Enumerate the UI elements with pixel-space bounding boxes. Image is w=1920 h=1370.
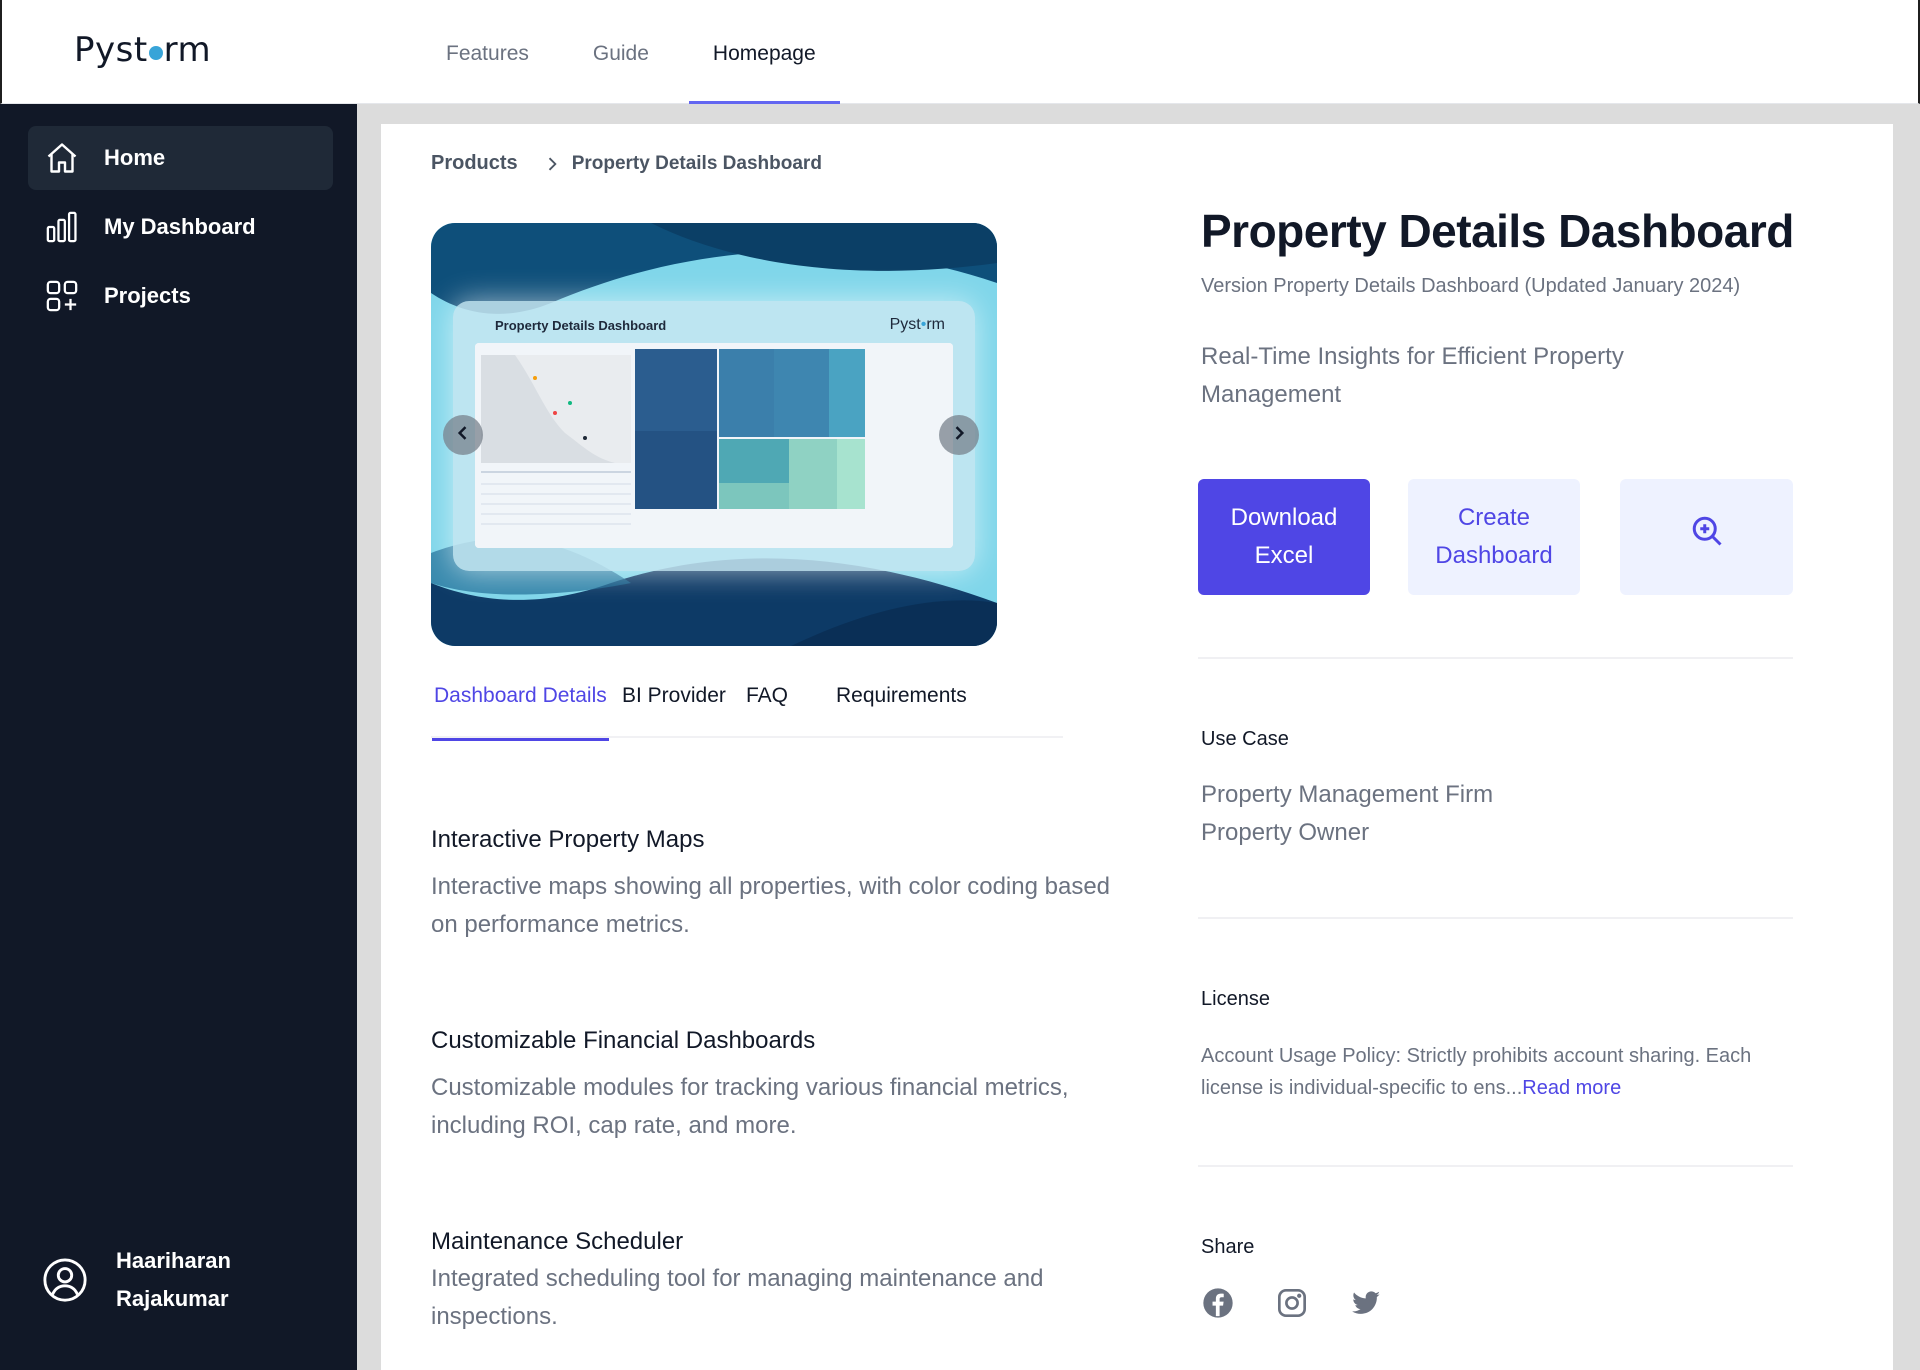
feature-description: Integrated scheduling tool for managing … bbox=[431, 1265, 1044, 1330]
tab-bi-provider[interactable]: BI Provider bbox=[622, 684, 726, 738]
main-panel: Products Property Details Dashboard Prop… bbox=[381, 124, 1893, 1370]
user-last-name: Rajakumar bbox=[116, 1286, 229, 1311]
feature-item: Interactive Property Maps Interactive ma… bbox=[431, 826, 1111, 944]
use-case-item: Property Management Firm bbox=[1201, 781, 1494, 808]
breadcrumb-products[interactable]: Products bbox=[431, 152, 518, 175]
preview-content bbox=[475, 343, 953, 548]
feature-description: Interactive maps showing all properties,… bbox=[431, 873, 1111, 938]
create-dashboard-button[interactable]: Create Dashboard bbox=[1408, 479, 1580, 595]
use-case-label: Use Case bbox=[1201, 728, 1289, 750]
zoom-preview-button[interactable] bbox=[1620, 479, 1793, 595]
divider bbox=[1198, 917, 1793, 919]
download-excel-label: Download Excel bbox=[1230, 504, 1338, 569]
sidebar-item-label: Projects bbox=[104, 283, 191, 308]
details-tabs: Dashboard Details BI Provider FAQ Requir… bbox=[431, 684, 1063, 741]
user-name: Haariharan Rajakumar bbox=[116, 1242, 256, 1318]
top-nav: Features Guide Homepage bbox=[422, 0, 856, 104]
divider bbox=[1198, 657, 1793, 659]
feature-heading: Interactive Property Maps bbox=[431, 826, 705, 853]
chevron-left-icon bbox=[453, 423, 473, 448]
instagram-icon[interactable] bbox=[1275, 1286, 1309, 1320]
sidebar-item-label: My Dashboard bbox=[104, 214, 256, 239]
create-dashboard-label: Create Dashboard bbox=[1435, 504, 1553, 569]
tab-dashboard-details[interactable]: Dashboard Details bbox=[432, 684, 609, 741]
user-first-name: Haariharan bbox=[116, 1248, 231, 1273]
product-title: Property Details Dashboard bbox=[1201, 205, 1794, 257]
twitter-icon[interactable] bbox=[1349, 1286, 1383, 1320]
divider bbox=[1198, 1165, 1793, 1167]
share-label: Share bbox=[1201, 1236, 1255, 1258]
carousel-next-button[interactable] bbox=[939, 415, 979, 455]
nav-guide[interactable]: Guide bbox=[569, 0, 673, 104]
feature-item: Maintenance Scheduler Integrated schedul… bbox=[431, 1228, 1111, 1336]
sidebar-item-label: Home bbox=[104, 145, 166, 170]
feature-heading: Customizable Financial Dashboards bbox=[431, 1027, 816, 1054]
sidebar-item-home[interactable]: Home bbox=[28, 126, 333, 190]
product-image-carousel: Property Details Dashboard Pyst•rm bbox=[431, 223, 997, 646]
chevron-right-icon bbox=[542, 154, 562, 174]
read-more-link[interactable]: Read more bbox=[1522, 1077, 1621, 1099]
license-text: Account Usage Policy: Strictly prohibits… bbox=[1201, 1040, 1761, 1104]
product-version: Version Property Details Dashboard (Upda… bbox=[1201, 275, 1741, 297]
user-profile[interactable]: Haariharan Rajakumar bbox=[42, 1242, 256, 1318]
breadcrumb: Products Property Details Dashboard bbox=[431, 152, 822, 175]
nav-features[interactable]: Features bbox=[422, 0, 553, 104]
sidebar-item-my-dashboard[interactable]: My Dashboard bbox=[28, 195, 333, 259]
home-icon bbox=[42, 138, 82, 178]
user-circle-icon bbox=[42, 1257, 88, 1303]
sidebar-item-projects[interactable]: Projects bbox=[28, 264, 333, 328]
breadcrumb-current: Property Details Dashboard bbox=[571, 152, 822, 174]
license-label: License bbox=[1201, 988, 1270, 1010]
share-links bbox=[1201, 1286, 1423, 1320]
product-tagline: Real-Time Insights for Efficient Propert… bbox=[1201, 343, 1624, 408]
top-navbar: Pyst rm Features Guide Homepage bbox=[0, 0, 1920, 104]
use-case-item: Property Owner bbox=[1201, 819, 1370, 846]
preview-logo: Pyst•rm bbox=[889, 316, 945, 333]
preview-chart-thumbnail bbox=[475, 343, 953, 548]
tab-faq[interactable]: FAQ bbox=[746, 684, 788, 738]
use-case-list: Property Management Firm Property Owner bbox=[1201, 776, 1493, 852]
dashboard-preview: Property Details Dashboard Pyst•rm bbox=[453, 301, 975, 571]
sidebar: Home My Dashboard Projects Haariharan Ra… bbox=[0, 104, 357, 1370]
download-excel-button[interactable]: Download Excel bbox=[1198, 479, 1370, 595]
tab-requirements[interactable]: Requirements bbox=[836, 684, 967, 738]
license-policy-text: Account Usage Policy: Strictly prohibits… bbox=[1201, 1045, 1752, 1099]
carousel-prev-button[interactable] bbox=[443, 415, 483, 455]
facebook-icon[interactable] bbox=[1201, 1286, 1235, 1320]
feature-item: Customizable Financial Dashboards Custom… bbox=[431, 1027, 1111, 1145]
chevron-right-icon bbox=[949, 423, 969, 448]
pystorm-logo[interactable]: Pyst rm bbox=[74, 30, 211, 70]
nav-homepage[interactable]: Homepage bbox=[688, 0, 840, 104]
bar-chart-icon bbox=[42, 207, 82, 247]
feature-heading: Maintenance Scheduler bbox=[431, 1228, 684, 1255]
grid-plus-icon bbox=[42, 276, 82, 316]
feature-description: Customizable modules for tracking variou… bbox=[431, 1074, 1069, 1139]
zoom-in-icon bbox=[1689, 513, 1725, 561]
preview-title: Property Details Dashboard bbox=[495, 318, 667, 333]
